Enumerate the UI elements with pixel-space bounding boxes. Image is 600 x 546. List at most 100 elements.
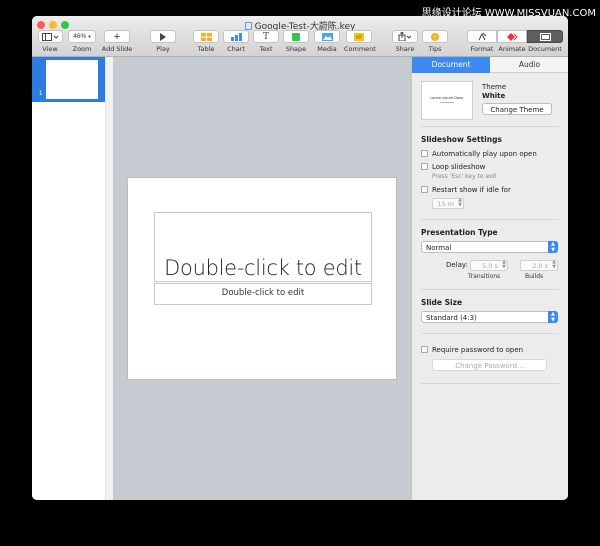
view-label: View bbox=[42, 45, 58, 53]
stepper-arrows-icon: ▲ ▼ bbox=[458, 197, 462, 208]
keynote-document-icon bbox=[244, 22, 252, 30]
theme-label: Theme bbox=[482, 83, 507, 91]
table-icon bbox=[193, 30, 219, 43]
tab-audio[interactable]: Audio bbox=[490, 57, 568, 73]
media-label: Media bbox=[317, 45, 337, 53]
chart-label: Chart bbox=[227, 45, 245, 53]
tips-button[interactable]: ! Tips bbox=[422, 30, 448, 53]
transitions-delay-stepper[interactable]: 5.0 s ▲ ▼ bbox=[470, 260, 508, 271]
theme-thumbnail-subtitle-line bbox=[440, 102, 454, 103]
document-button[interactable]: Document bbox=[527, 30, 563, 53]
keynote-window: Google-Test-大蔚陈.key View 46% ▾ Zoom + Add… bbox=[32, 16, 568, 500]
divider bbox=[421, 126, 559, 127]
add-slide-button[interactable]: + Add Slide bbox=[101, 30, 133, 53]
document-inspector: Document Audio Lorem Ipsum Dolor Theme W… bbox=[411, 57, 568, 500]
slide-navigator: 1 bbox=[32, 57, 113, 500]
slide-canvas: Double-click to edit Double-click to edi… bbox=[113, 57, 411, 500]
theme-name: White bbox=[482, 92, 506, 100]
divider bbox=[421, 289, 559, 290]
presentation-type-heading: Presentation Type bbox=[421, 228, 498, 237]
table-button[interactable]: Table bbox=[193, 30, 219, 53]
restart-idle-label: Restart show if idle for bbox=[432, 186, 511, 194]
loop-hint: Press 'Esc' key to exit bbox=[432, 173, 497, 180]
select-arrows-icon: ▲ ▼ bbox=[548, 311, 558, 323]
slideshow-settings-heading: Slideshow Settings bbox=[421, 135, 502, 144]
add-slide-label: Add Slide bbox=[101, 45, 133, 53]
idle-time-stepper[interactable]: 15 m ▲ ▼ bbox=[432, 198, 464, 209]
zoom-select[interactable]: 46% ▾ bbox=[68, 30, 96, 43]
document-label: Document bbox=[528, 45, 562, 53]
delay-label: Delay: bbox=[446, 261, 468, 269]
paintbrush-icon bbox=[467, 30, 497, 43]
transitions-delay-value: 5.0 s bbox=[482, 262, 498, 270]
shape-button[interactable]: Shape bbox=[283, 30, 309, 53]
comment-label: Comment bbox=[344, 45, 376, 53]
navigator-scrollbar[interactable] bbox=[105, 57, 113, 500]
animate-label: Animate bbox=[498, 45, 526, 53]
require-password-checkbox[interactable] bbox=[421, 346, 428, 353]
zoom-control[interactable]: 46% ▾ Zoom bbox=[68, 30, 96, 53]
change-password-button[interactable]: Change Password... bbox=[432, 359, 547, 371]
slide-size-value: Standard (4:3) bbox=[426, 314, 477, 322]
animate-diamond-icon bbox=[497, 30, 527, 43]
builds-delay-stepper[interactable]: 2.0 s ▲ ▼ bbox=[520, 260, 558, 271]
text-icon: T bbox=[253, 30, 279, 43]
text-button[interactable]: T Text bbox=[253, 30, 279, 53]
loop-slideshow-label: Loop slideshow bbox=[432, 163, 486, 171]
comment-button[interactable]: Comment bbox=[344, 30, 376, 53]
comment-icon bbox=[346, 30, 372, 43]
autoplay-label: Automatically play upon open bbox=[432, 150, 537, 158]
media-button[interactable]: Media bbox=[314, 30, 340, 53]
title-placeholder-box[interactable]: Double-click to edit bbox=[154, 212, 372, 282]
presentation-type-select[interactable]: Normal ▲ ▼ bbox=[421, 241, 558, 253]
slide-size-heading: Slide Size bbox=[421, 298, 463, 307]
presentation-type-value: Normal bbox=[426, 244, 452, 252]
text-label: Text bbox=[259, 45, 273, 53]
table-label: Table bbox=[197, 45, 215, 53]
theme-thumbnail-text: Lorem Ipsum Dolor bbox=[430, 96, 464, 100]
slide-thumbnail[interactable] bbox=[46, 60, 98, 99]
share-icon bbox=[392, 30, 418, 43]
chart-button[interactable]: Chart bbox=[223, 30, 249, 53]
divider bbox=[421, 383, 559, 384]
chart-icon bbox=[223, 30, 249, 43]
require-password-label: Require password to open bbox=[432, 346, 524, 354]
animate-button[interactable]: Animate bbox=[497, 30, 527, 53]
theme-thumbnail[interactable]: Lorem Ipsum Dolor bbox=[421, 81, 473, 120]
idle-time-value: 15 m bbox=[437, 200, 454, 208]
document-icon bbox=[527, 30, 563, 43]
share-label: Share bbox=[395, 45, 415, 53]
select-arrows-icon: ▲ ▼ bbox=[548, 241, 558, 253]
divider bbox=[421, 219, 559, 220]
format-label: Format bbox=[470, 45, 494, 53]
title-bar: Google-Test-大蔚陈.key View 46% ▾ Zoom + Add… bbox=[32, 16, 568, 57]
restart-idle-checkbox[interactable] bbox=[421, 186, 428, 193]
shape-icon bbox=[283, 30, 309, 43]
shape-label: Shape bbox=[285, 45, 307, 53]
stepper-arrows-icon: ▲ ▼ bbox=[552, 259, 556, 270]
sidebar-layout-icon bbox=[37, 30, 63, 43]
transitions-label: Transitions bbox=[468, 273, 501, 280]
zoom-label: Zoom bbox=[72, 45, 92, 53]
plus-icon: + bbox=[104, 30, 130, 43]
zoom-value: 46% bbox=[73, 33, 87, 40]
format-button[interactable]: Format bbox=[467, 30, 497, 53]
change-theme-button[interactable]: Change Theme bbox=[482, 103, 552, 115]
play-label: Play bbox=[156, 45, 170, 53]
play-icon bbox=[150, 30, 176, 43]
chevron-down-icon: ▾ bbox=[88, 33, 91, 40]
media-icon bbox=[314, 30, 340, 43]
share-button[interactable]: Share bbox=[392, 30, 418, 53]
play-button[interactable]: Play bbox=[150, 30, 176, 53]
loop-slideshow-checkbox[interactable] bbox=[421, 163, 428, 170]
slide-thumbnail-row[interactable]: 1 bbox=[32, 57, 105, 102]
title-placeholder-text: Double-click to edit bbox=[164, 256, 362, 280]
subtitle-placeholder-box[interactable]: Double-click to edit bbox=[154, 283, 372, 305]
view-button[interactable]: View bbox=[37, 30, 63, 53]
tab-document[interactable]: Document bbox=[412, 57, 490, 73]
tips-label: Tips bbox=[428, 45, 442, 53]
slide-size-select[interactable]: Standard (4:3) ▲ ▼ bbox=[421, 311, 558, 323]
divider bbox=[421, 333, 559, 334]
autoplay-checkbox[interactable] bbox=[421, 150, 428, 157]
slide[interactable]: Double-click to edit Double-click to edi… bbox=[127, 177, 397, 380]
